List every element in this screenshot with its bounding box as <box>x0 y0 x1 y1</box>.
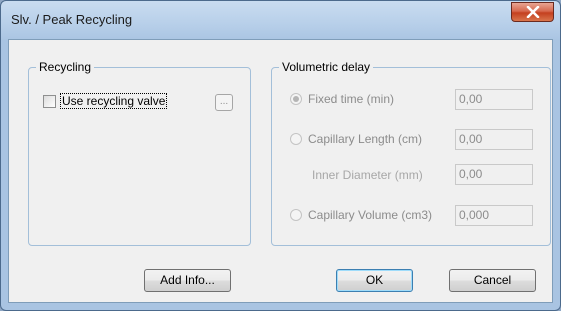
cancel-button[interactable]: Cancel <box>449 269 536 292</box>
close-button[interactable] <box>511 2 554 22</box>
fixed-time-option[interactable]: Fixed time (min) <box>290 92 394 106</box>
volumetric-delay-group-title: Volumetric delay <box>279 60 374 74</box>
fixed-time-radio[interactable] <box>290 93 302 105</box>
fixed-time-field[interactable]: 0,00 <box>455 89 533 110</box>
capillary-length-field[interactable]: 0,00 <box>455 129 533 150</box>
close-icon <box>526 6 540 18</box>
capillary-volume-field[interactable]: 0,000 <box>455 205 533 226</box>
use-recycling-valve-checkbox[interactable] <box>43 94 56 108</box>
recycling-group-title: Recycling <box>36 60 95 74</box>
recycling-valve-browse-button[interactable]: ... <box>215 94 233 111</box>
capillary-length-label: Capillary Length (cm) <box>308 132 423 146</box>
capillary-volume-option[interactable]: Capillary Volume (cm3) <box>290 208 432 222</box>
recycling-group: Recycling Use recycling valve ... <box>28 60 251 246</box>
capillary-length-option[interactable]: Capillary Length (cm) <box>290 132 422 146</box>
use-recycling-valve-row[interactable]: Use recycling valve <box>43 93 168 109</box>
inner-diameter-field[interactable]: 0,00 <box>455 164 533 185</box>
capillary-volume-radio[interactable] <box>290 209 302 221</box>
capillary-length-radio[interactable] <box>290 133 302 145</box>
fixed-time-label: Fixed time (min) <box>308 92 395 106</box>
add-info-button[interactable]: Add Info... <box>144 269 231 292</box>
ok-button[interactable]: OK <box>336 269 413 292</box>
window-title: Slv. / Peak Recycling <box>11 12 133 27</box>
capillary-volume-label: Capillary Volume (cm3) <box>308 208 433 222</box>
use-recycling-valve-label[interactable]: Use recycling valve <box>60 93 168 109</box>
inner-diameter-label: Inner Diameter (mm) <box>312 168 423 182</box>
dialog-window: Slv. / Peak Recycling Recycling Use recy… <box>0 0 561 311</box>
title-bar[interactable]: Slv. / Peak Recycling <box>1 1 560 41</box>
dialog-body: Recycling Use recycling valve ... Volume… <box>8 39 553 303</box>
volumetric-delay-group: Volumetric delay Fixed time (min) 0,00 C… <box>271 60 551 246</box>
